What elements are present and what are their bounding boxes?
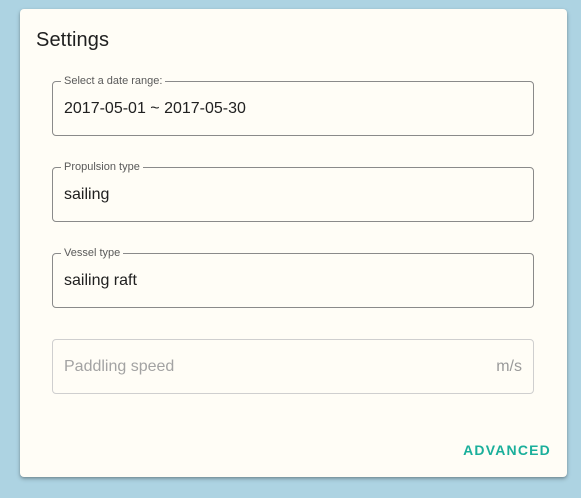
settings-card: Settings Select a date range: 2017-05-01… <box>20 9 567 477</box>
date-range-value: 2017-05-01 ~ 2017-05-30 <box>64 100 246 117</box>
advanced-button[interactable]: ADVANCED <box>463 442 551 458</box>
date-range-field[interactable]: Select a date range: 2017-05-01 ~ 2017-0… <box>52 75 534 136</box>
date-range-label: Select a date range: <box>61 75 166 88</box>
paddling-speed-input[interactable]: Paddling speed m/s <box>52 339 534 394</box>
card-title: Settings <box>36 29 110 51</box>
propulsion-type-value: sailing <box>64 186 110 203</box>
paddling-speed-placeholder: Paddling speed <box>64 358 175 375</box>
vessel-type-select[interactable]: Vessel type sailing raft <box>52 247 534 308</box>
paddling-speed-unit: m/s <box>496 358 522 375</box>
propulsion-type-label: Propulsion type <box>61 161 143 174</box>
propulsion-type-select[interactable]: Propulsion type sailing <box>52 161 534 222</box>
vessel-type-label: Vessel type <box>61 247 124 260</box>
vessel-type-value: sailing raft <box>64 272 137 289</box>
